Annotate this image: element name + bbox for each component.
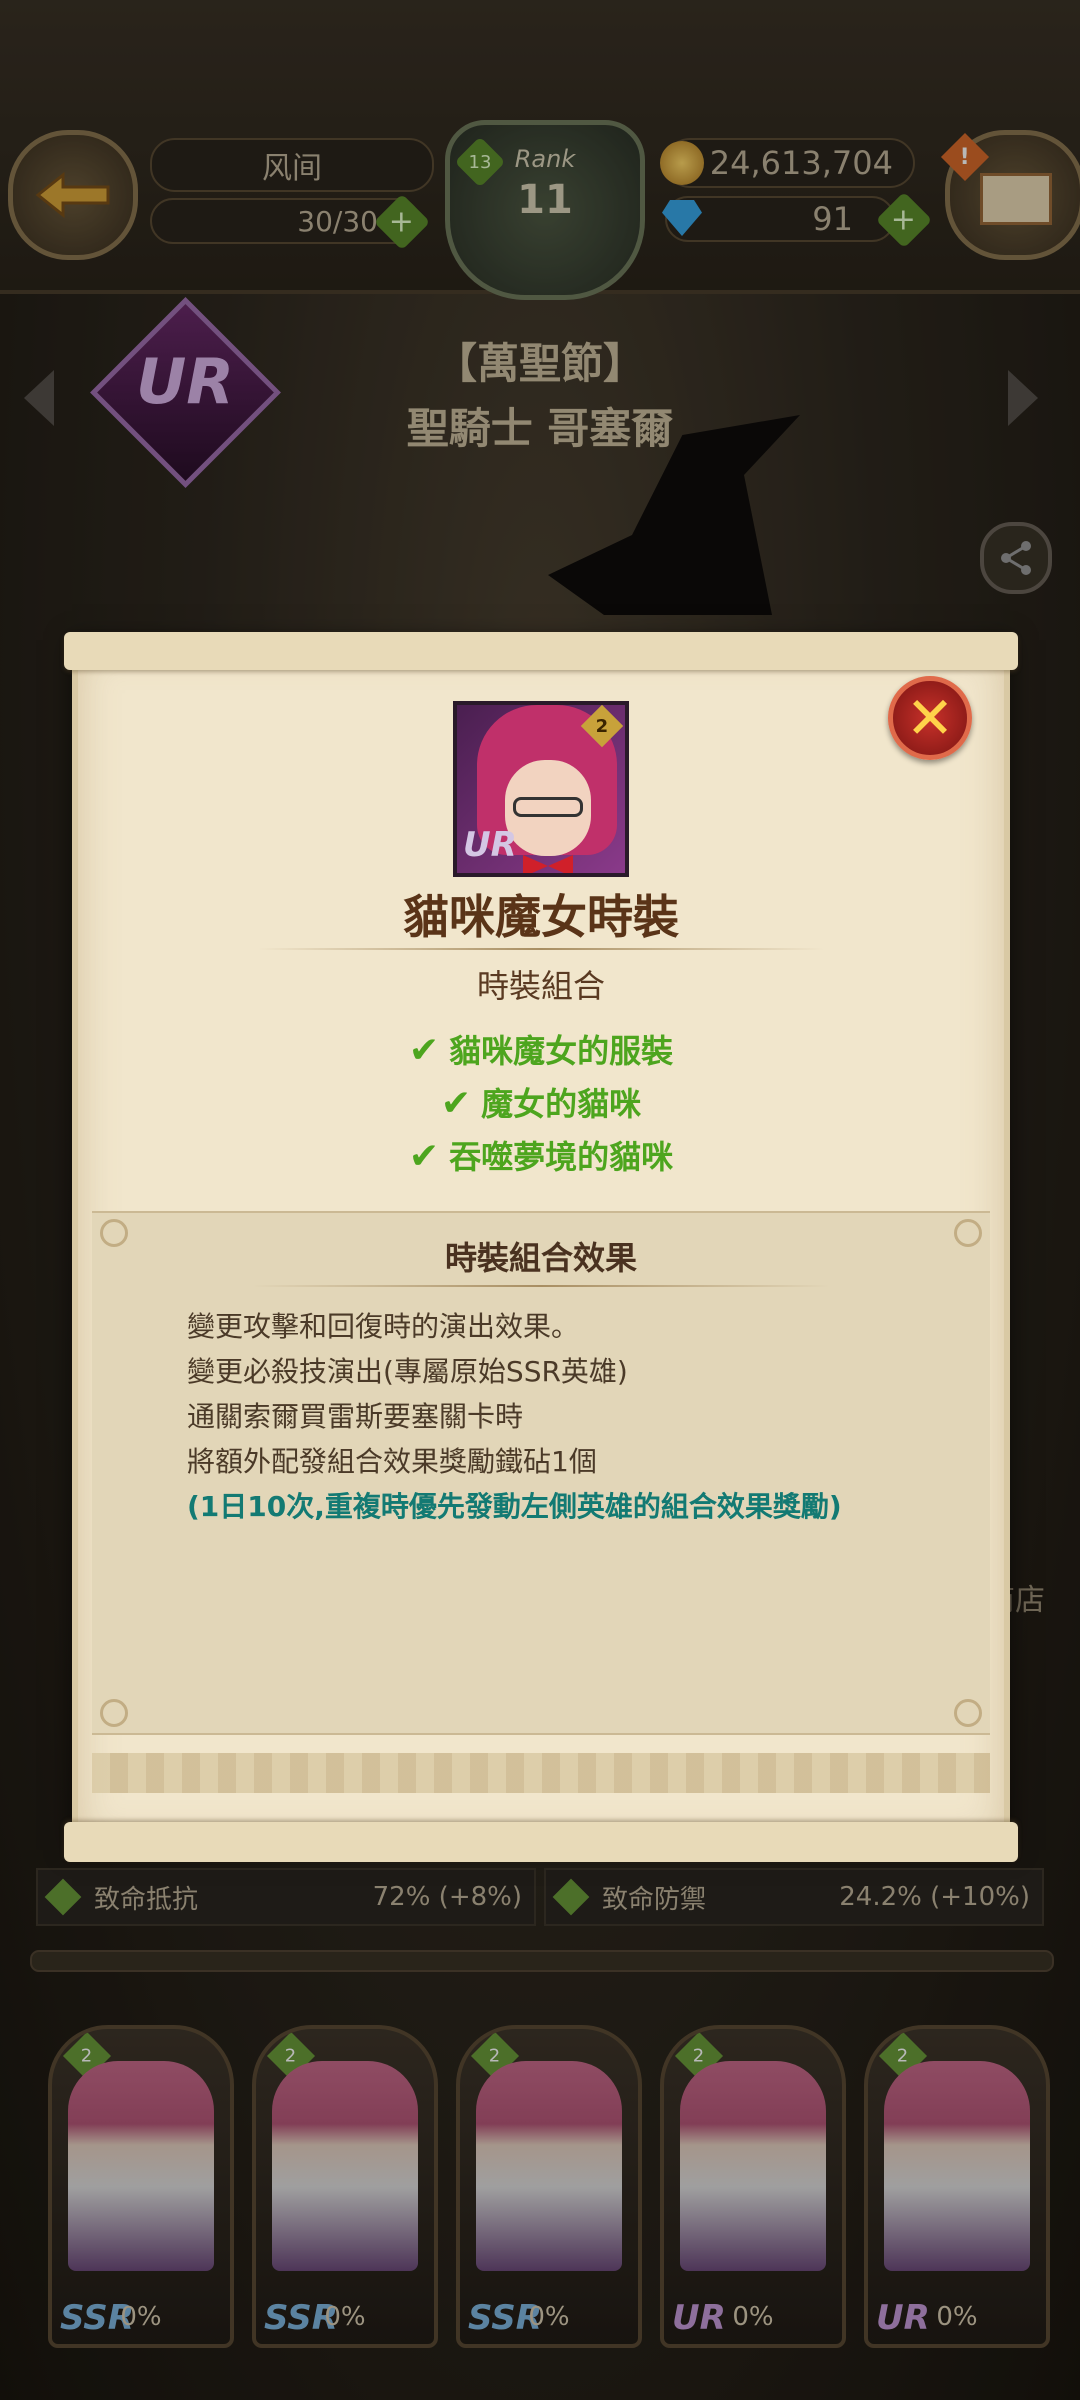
portrait-rarity: UR — [463, 825, 517, 865]
portrait-glasses — [513, 797, 583, 817]
scroll-edge-top — [64, 632, 1018, 670]
check-icon: ✔ — [440, 1083, 472, 1124]
effect-line: 將額外配發組合效果獎勵鐵砧1個 — [187, 1445, 597, 1478]
set-item: ✔ 貓咪魔女的服裝 — [408, 1030, 674, 1071]
effect-line: 通關索爾買雷斯要塞關卡時 — [187, 1400, 524, 1433]
corner-ornament — [100, 1699, 128, 1727]
effect-line: 變更攻擊和回復時的演出效果。 — [187, 1310, 580, 1343]
effect-title: 時裝組合效果 — [444, 1239, 637, 1277]
set-item: ✔ 魔女的貓咪 — [440, 1083, 642, 1124]
costume-set-dialog: UR 2 ✕ 貓咪魔女時裝 時裝組合 ✔ 貓咪魔女的服裝 ✔ 魔女的貓咪 ✔ 吞噬夢境… — [64, 632, 1018, 1862]
check-icon: ✔ — [408, 1030, 440, 1071]
effect-divider — [252, 1285, 830, 1287]
set-effect-panel: 時裝組合效果 變更攻擊和回復時的演出效果。 變更必殺技演出(專屬原始SSR英雄)… — [92, 1211, 990, 1735]
title-divider — [258, 948, 824, 950]
portrait-bow — [523, 855, 573, 873]
check-icon: ✔ — [408, 1136, 440, 1177]
effect-line: 變更必殺技演出(專屬原始SSR英雄) — [187, 1355, 628, 1388]
dialog-title: 貓咪魔女時裝 — [403, 890, 679, 944]
ornament-strip — [92, 1753, 990, 1793]
costume-portrait: UR 2 — [453, 701, 629, 877]
effect-note: (1日10次,重複時優先發動左側英雄的組合效果獎勵) — [187, 1490, 842, 1523]
corner-ornament — [954, 1699, 982, 1727]
close-x-icon: ✕ — [905, 684, 955, 752]
set-item: ✔ 吞噬夢境的貓咪 — [408, 1136, 674, 1177]
scroll-edge-bottom — [64, 1822, 1018, 1862]
set-label: 時裝組合 — [476, 967, 605, 1005]
close-button[interactable]: ✕ — [888, 676, 972, 760]
